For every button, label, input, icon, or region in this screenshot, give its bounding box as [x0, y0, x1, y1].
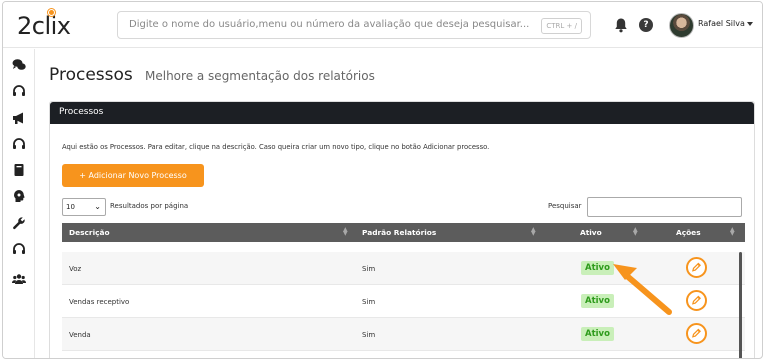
column-header-acoes: Ações [676, 228, 701, 237]
annotation-arrow-icon [613, 264, 672, 315]
table-row: Venda Sim Ativo [62, 318, 745, 351]
help-icon[interactable]: ? [639, 18, 653, 32]
sort-icon[interactable]: ▲ ▼ [531, 227, 536, 237]
cell-padrao: Sim [362, 298, 376, 306]
global-search-input[interactable]: Digite o nome do usuário,menu ou número … [117, 11, 591, 39]
pencil-icon[interactable] [686, 257, 707, 278]
headset-icon[interactable] [12, 84, 26, 98]
table-search-input[interactable] [587, 197, 742, 217]
brain-icon[interactable] [12, 189, 26, 203]
headset-icon[interactable] [12, 242, 26, 256]
panel-header: Processos [50, 102, 754, 124]
user-name[interactable]: Rafael Silva [698, 19, 745, 28]
panel-heading: Processos [59, 107, 104, 117]
chat-icon[interactable] [12, 58, 26, 72]
sidebar [3, 49, 35, 358]
app-window: 2clix Digite o nome do usuário,menu ou n… [2, 1, 763, 359]
sort-icon[interactable]: ▲ ▼ [633, 227, 638, 237]
wrench-icon[interactable] [12, 216, 26, 230]
processes-panel: Processos Aqui estão os Processos. Para … [49, 101, 755, 358]
page-title: Processos [49, 65, 133, 85]
page-subtitle: Melhore a segmentação dos relatórios [145, 69, 375, 83]
page-size-select[interactable]: 10 ⌄ [62, 198, 106, 216]
add-process-button[interactable]: + Adicionar Novo Processo [62, 164, 204, 187]
scrollbar[interactable] [739, 252, 742, 358]
status-badge: Ativo [581, 327, 614, 341]
headset-icon[interactable] [12, 137, 26, 151]
column-header-ativo[interactable]: Ativo [580, 228, 602, 237]
cell-descricao[interactable]: Venda [69, 331, 91, 339]
megaphone-icon[interactable] [12, 111, 26, 125]
search-placeholder: Digite o nome do usuário,menu ou número … [129, 19, 530, 30]
info-text: Aqui estão os Processos. Para editar, cl… [62, 143, 490, 151]
cell-descricao[interactable]: Voz [69, 265, 81, 273]
logo[interactable]: 2clix [17, 9, 71, 40]
users-icon[interactable] [12, 272, 26, 286]
top-bar: 2clix Digite o nome do usuário,menu ou n… [3, 2, 762, 48]
search-shortcut-hint: CTRL + / [541, 18, 582, 34]
cell-descricao[interactable]: Vendas receptivo [69, 298, 129, 306]
bell-icon[interactable] [614, 17, 628, 33]
logo-dot [48, 9, 55, 16]
pencil-icon[interactable] [686, 323, 707, 344]
page-size-value: 10 [66, 203, 75, 211]
sort-icon[interactable]: ▲ ▼ [730, 227, 735, 237]
cell-padrao: Sim [362, 265, 376, 273]
column-header-padrao[interactable]: Padrão Relatórios [362, 228, 436, 237]
chevron-down-icon[interactable] [747, 22, 753, 26]
book-icon[interactable] [12, 163, 26, 177]
sort-icon[interactable]: ▲ ▼ [343, 227, 348, 237]
page-size-label: Resultados por página [110, 202, 189, 210]
table-search-label: Pesquisar [548, 202, 582, 210]
logo-text: 2clix [17, 12, 71, 40]
table-header: Descrição ▲ ▼ Padrão Relatórios ▲ ▼ Ativo … [62, 223, 745, 242]
cell-padrao: Sim [362, 331, 376, 339]
chevron-down-icon: ⌄ [94, 202, 101, 211]
avatar[interactable] [669, 13, 694, 38]
column-header-descricao[interactable]: Descrição [69, 228, 110, 237]
pencil-icon[interactable] [686, 290, 707, 311]
